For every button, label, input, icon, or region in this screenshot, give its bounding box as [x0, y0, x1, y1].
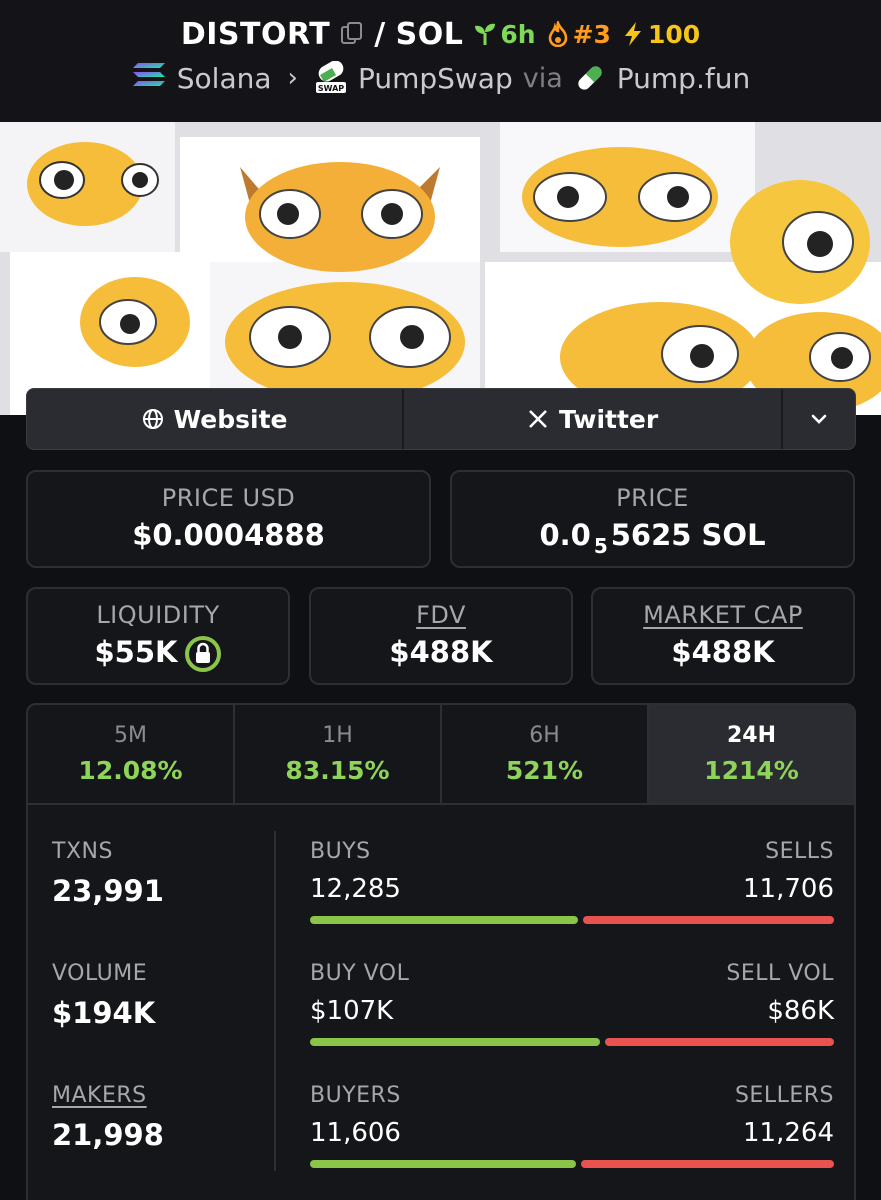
solana-icon [131, 61, 167, 96]
makers-value: 21,998 [52, 1118, 164, 1152]
tab-change: 12.08% [78, 756, 183, 785]
tab-label: 1H [322, 723, 353, 748]
tab-6h[interactable]: 6H 521% [442, 705, 649, 803]
volume-label: VOLUME [52, 961, 148, 986]
pair-header: DISTORT / SOL 6h #3 100 Solana › SWAP Pu… [0, 0, 881, 122]
chain-name[interactable]: Solana [177, 62, 272, 95]
fdv-value: $488K [389, 635, 493, 669]
trending-rank-badge[interactable]: #3 [546, 20, 611, 49]
price-sol-value: 0.0 5 5625 SOL [539, 518, 766, 558]
tab-24h[interactable]: 24H 1214% [649, 705, 854, 803]
sell-vol-bar-fill [605, 1038, 834, 1046]
tab-change: 83.15% [285, 756, 390, 785]
timeframe-tabs: 5M 12.08% 1H 83.15% 6H 521% 24H 1214% [26, 703, 856, 805]
buyers-label: BUYERS [310, 1083, 401, 1108]
pair-separator: / [374, 16, 386, 52]
pumpswap-icon: SWAP [314, 60, 348, 95]
buys-label: BUYS [310, 839, 371, 864]
volume-metric: VOLUME $194K [52, 961, 155, 1030]
tab-label: 24H [726, 723, 777, 748]
boost-value: 100 [647, 19, 701, 49]
txns-value: 23,991 [52, 874, 164, 908]
volume-bar [310, 1038, 834, 1046]
seedling-icon [475, 23, 496, 45]
txns-metric: TXNS 23,991 [52, 839, 164, 908]
liquidity-label: LIQUIDITY [96, 601, 220, 629]
txns-label: TXNS [52, 839, 113, 864]
chevron-right-icon: › [287, 63, 298, 93]
price-usd-label: PRICE USD [161, 484, 296, 512]
buy-vol-label: BUY VOL [310, 961, 410, 986]
buy-vol-bar-fill [310, 1038, 601, 1046]
makers-label[interactable]: MAKERS [52, 1083, 164, 1108]
more-links-button[interactable] [783, 389, 855, 449]
via-label: via [522, 62, 563, 94]
price-usd-box: PRICE USD $0.0004888 [26, 470, 431, 568]
twitter-label: Twitter [559, 404, 659, 434]
website-button[interactable]: Website [27, 389, 405, 449]
rank-value: #3 [572, 19, 611, 49]
buys-sells-bar [310, 916, 834, 924]
makers-metric: MAKERS 21,998 [52, 1083, 164, 1152]
makers-bar [310, 1160, 834, 1168]
tab-change: 1214% [704, 756, 799, 785]
tab-label: 5M [114, 723, 147, 748]
buys-value: 12,285 [310, 874, 401, 904]
sells-value: 11,706 [743, 874, 834, 904]
volume-split: BUY VOL SELL VOL $107K $86K [310, 961, 834, 1046]
dex-name[interactable]: PumpSwap [358, 62, 513, 95]
twitter-button[interactable]: Twitter [404, 389, 784, 449]
market-cap-box: MARKET CAP $488K [591, 587, 855, 685]
liquidity-box: LIQUIDITY $55K [26, 587, 290, 685]
tab-change: 521% [505, 756, 584, 785]
token-symbol: DISTORT [180, 16, 331, 52]
pumpfun-icon [573, 61, 607, 95]
tab-5m[interactable]: 5M 12.08% [28, 705, 235, 803]
price-sol-box: PRICE 0.0 5 5625 SOL [450, 470, 855, 568]
sellers-bar-fill [580, 1160, 834, 1168]
copy-icon[interactable] [340, 21, 364, 47]
social-links-bar: Website Twitter [26, 388, 856, 450]
tab-label: 6H [529, 723, 560, 748]
token-banner-image [0, 122, 881, 415]
tab-1h[interactable]: 1H 83.15% [235, 705, 442, 803]
flame-icon [548, 21, 567, 47]
sells-bar-fill [583, 916, 834, 924]
route-row: Solana › SWAP PumpSwap via Pump.fun [0, 58, 881, 98]
quote-symbol: SOL [395, 16, 464, 52]
chevron-down-icon [811, 414, 827, 424]
sellers-value: 11,264 [743, 1118, 834, 1148]
price-sol-label: PRICE [616, 484, 689, 512]
fdv-box: FDV $488K [309, 587, 573, 685]
makers-split: BUYERS SELLERS 11,606 11,264 [310, 1083, 834, 1168]
buyers-bar-fill [310, 1160, 576, 1168]
lightning-icon [624, 22, 641, 46]
buyers-value: 11,606 [310, 1118, 401, 1148]
age-badge: 6h [473, 19, 536, 49]
fdv-label[interactable]: FDV [311, 601, 571, 629]
price-usd-value: $0.0004888 [132, 518, 325, 552]
age-value: 6h [500, 19, 536, 49]
buys-bar-fill [310, 916, 579, 924]
boost-badge[interactable]: 100 [621, 20, 700, 49]
market-cap-label[interactable]: MARKET CAP [593, 601, 853, 629]
liquidity-value: $55K [28, 635, 288, 673]
globe-icon [142, 409, 163, 429]
sell-vol-label: SELL VOL [726, 961, 834, 986]
buys-sells-split: BUYS SELLS 12,285 11,706 [310, 839, 834, 924]
sellers-label: SELLERS [734, 1083, 834, 1108]
x-logo-icon [529, 410, 547, 428]
pair-title-row: DISTORT / SOL 6h #3 100 [0, 14, 881, 54]
swap-badge-text: SWAP [318, 84, 344, 93]
sell-vol-value: $86K [767, 996, 834, 1026]
market-cap-value: $488K [671, 635, 775, 669]
volume-value: $194K [52, 996, 156, 1030]
lock-icon[interactable] [184, 635, 222, 673]
website-label: Website [173, 404, 288, 434]
transactions-panel: TXNS 23,991 VOLUME $194K MAKERS 21,998 B… [26, 805, 856, 1200]
launchpad-name[interactable]: Pump.fun [617, 62, 750, 95]
panel-divider [274, 831, 276, 1171]
sells-label: SELLS [765, 839, 834, 864]
buy-vol-value: $107K [310, 996, 394, 1026]
